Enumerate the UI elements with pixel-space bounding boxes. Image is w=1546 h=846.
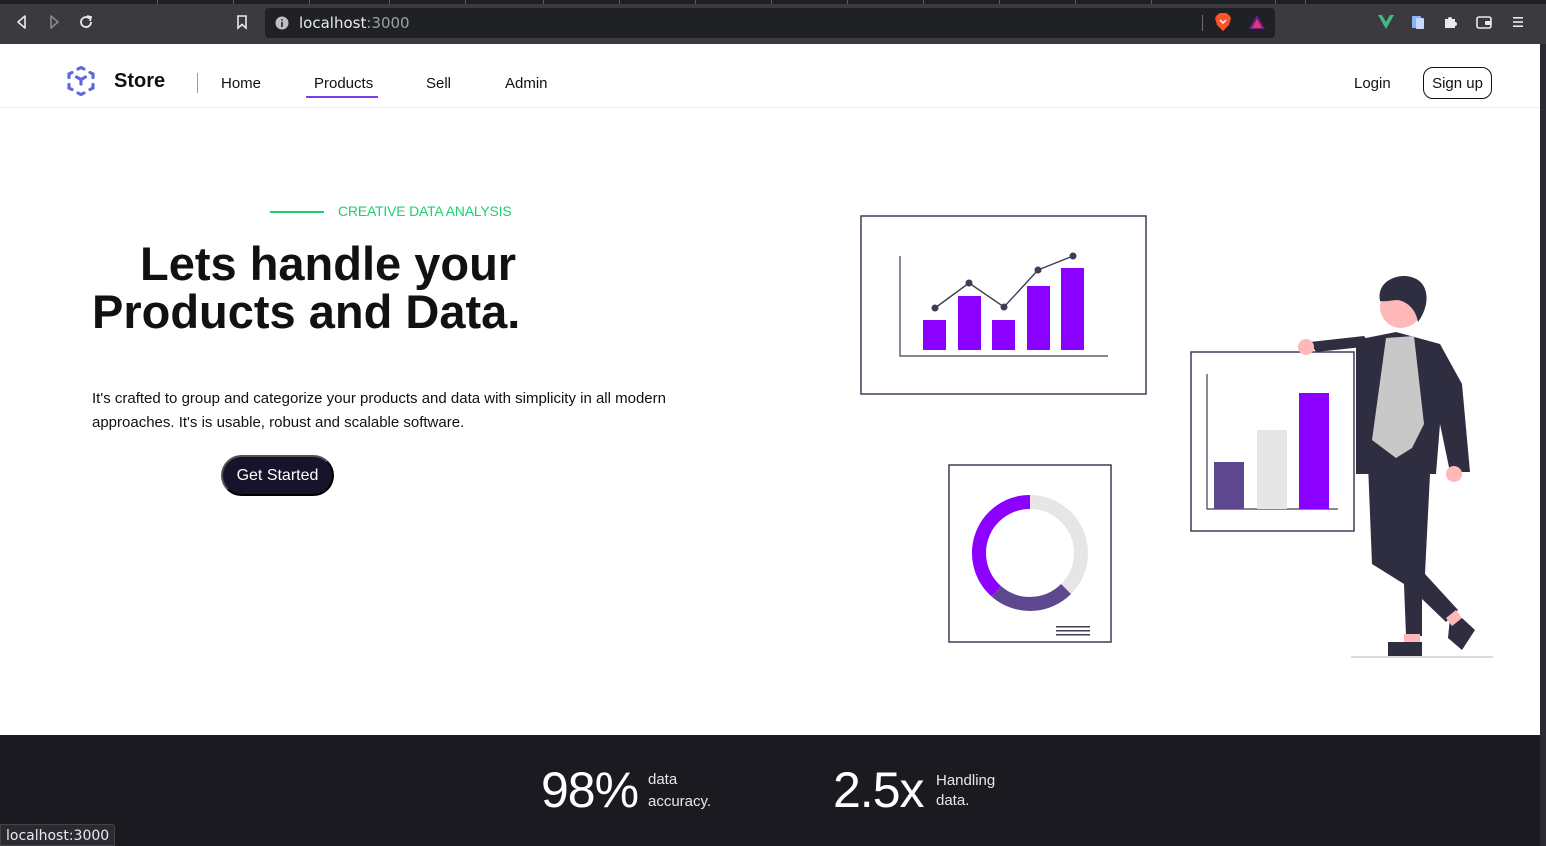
signup-button[interactable]: Sign up: [1423, 67, 1492, 99]
address-bar[interactable]: localhost:3000: [265, 8, 1275, 38]
hero-title-line-2: Products and Data.: [92, 285, 521, 338]
vue-devtools-icon[interactable]: [1376, 12, 1396, 32]
nav-link-products[interactable]: Products: [314, 75, 373, 92]
back-icon[interactable]: [12, 12, 32, 32]
hero-description: It's crafted to group and categorize you…: [92, 390, 666, 431]
get-started-button[interactable]: Get Started: [221, 455, 334, 496]
hero-eyebrow: CREATIVE DATA ANALYSIS: [338, 203, 512, 219]
nav-link-sell[interactable]: Sell: [426, 75, 451, 92]
bar-chart-board: [1190, 351, 1355, 532]
site-info-icon[interactable]: [275, 16, 289, 30]
window-edge: [1540, 44, 1546, 846]
extension-icon[interactable]: [1408, 12, 1428, 32]
active-nav-indicator: [306, 96, 378, 98]
stat-handling-value: 2.5x: [833, 762, 925, 818]
brave-shield-icon[interactable]: [1213, 12, 1233, 32]
stat-accuracy-label: data accuracy.: [648, 771, 712, 810]
eyebrow-line: [270, 211, 324, 213]
donut-chart-board: [948, 464, 1112, 643]
link-status-tooltip: localhost:3000: [0, 824, 116, 846]
wallet-icon[interactable]: [1474, 12, 1494, 32]
brand-divider: [197, 73, 198, 93]
reload-icon[interactable]: [76, 12, 96, 32]
menu-icon[interactable]: [1508, 12, 1528, 32]
url-text[interactable]: localhost:3000: [299, 14, 410, 32]
login-link[interactable]: Login: [1354, 75, 1391, 92]
tab-strip: [0, 0, 1546, 4]
hero-title: Lets handle your Products and Data.: [92, 240, 532, 336]
stat-handling-label: Handling data.: [936, 772, 996, 809]
nav-link-home[interactable]: Home: [221, 75, 261, 92]
navbar: Store Home Products Sell Admin Login Sig…: [0, 44, 1540, 108]
nav-link-admin[interactable]: Admin: [505, 75, 548, 92]
cube-logo-icon[interactable]: [66, 66, 96, 96]
stats-section: 98% data accuracy. 2.5x Handling data.: [0, 735, 1540, 846]
puzzle-icon[interactable]: [1440, 12, 1460, 32]
bookmark-icon[interactable]: [232, 12, 252, 32]
browser-chrome: localhost:3000: [0, 0, 1546, 44]
page: Store Home Products Sell Admin Login Sig…: [0, 44, 1540, 846]
stat-accuracy-value: 98%: [541, 762, 639, 818]
line-bar-chart-board: [860, 215, 1147, 395]
forward-icon[interactable]: [44, 12, 64, 32]
data-analysis-illustration: [860, 215, 1493, 658]
brave-rewards-icon[interactable]: [1247, 12, 1267, 32]
brand-name[interactable]: Store: [114, 70, 165, 93]
hero-title-line-1: Lets handle your: [140, 237, 517, 290]
